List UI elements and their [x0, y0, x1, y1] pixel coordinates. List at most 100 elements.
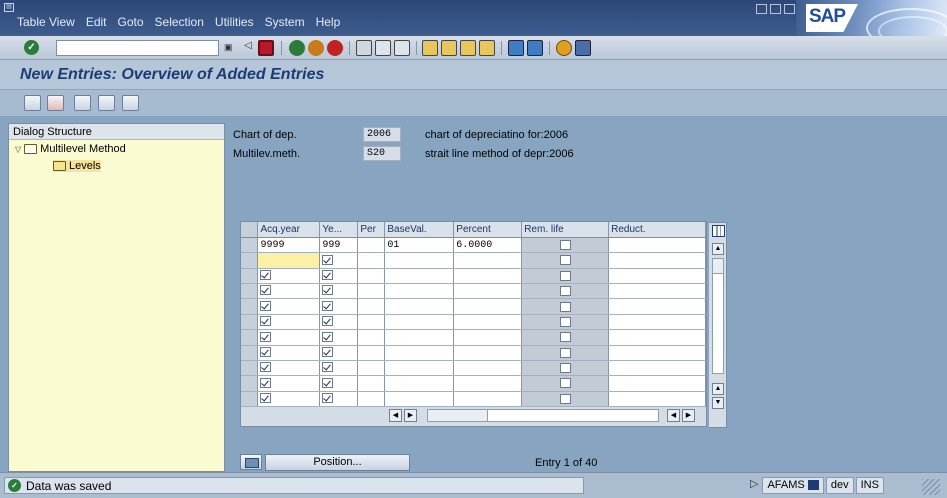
scroll-down-icon[interactable]: ▼	[712, 397, 724, 409]
vertical-scroll-track[interactable]	[712, 258, 724, 374]
year-check-icon[interactable]	[322, 393, 334, 404]
cell-per[interactable]	[357, 252, 386, 269]
acq-year-check-icon[interactable]	[260, 393, 272, 404]
cell-percent[interactable]	[453, 314, 523, 331]
cell-acq-year[interactable]	[257, 360, 321, 377]
year-check-icon[interactable]	[322, 270, 334, 281]
previous-page-icon[interactable]	[441, 40, 457, 56]
first-page-icon[interactable]	[422, 40, 438, 56]
cell-base-val[interactable]: 01	[384, 237, 455, 254]
col-base-val[interactable]: BaseVal.	[384, 222, 455, 238]
delete-icon[interactable]	[47, 95, 64, 111]
cell-year[interactable]	[319, 329, 359, 346]
tree-node-levels[interactable]: Levels	[53, 160, 101, 172]
cell-base-val[interactable]	[384, 360, 455, 377]
menu-table-view[interactable]: Table View	[17, 15, 75, 29]
scroll-far-left-icon[interactable]: ◀	[667, 409, 680, 422]
row-selector[interactable]	[241, 283, 259, 300]
acq-year-check-icon[interactable]	[260, 316, 272, 327]
cell-percent[interactable]	[453, 283, 523, 300]
cell-acq-year[interactable]	[257, 345, 321, 362]
cell-per[interactable]	[357, 345, 386, 362]
year-check-icon[interactable]	[322, 362, 334, 373]
cell-percent[interactable]	[453, 375, 523, 392]
scroll-page-up-icon[interactable]: ▲	[712, 383, 724, 395]
cell-reduct[interactable]	[608, 298, 706, 315]
row-selector[interactable]	[241, 391, 259, 408]
cell-year[interactable]	[319, 360, 359, 377]
cell-reduct[interactable]	[608, 360, 706, 377]
col-rem-life[interactable]: Rem. life	[521, 222, 610, 238]
row-selector[interactable]	[241, 314, 259, 331]
cell-reduct[interactable]	[608, 252, 706, 269]
cell-per[interactable]	[357, 329, 386, 346]
menu-goto[interactable]: Goto	[118, 15, 144, 29]
cell-base-val[interactable]	[384, 314, 455, 331]
cell-year[interactable]	[319, 345, 359, 362]
cell-percent[interactable]: 6.0000	[453, 237, 523, 254]
year-check-icon[interactable]	[322, 377, 334, 388]
system-menu-icon[interactable]: ▤	[4, 3, 14, 12]
acq-year-check-icon[interactable]	[260, 285, 272, 296]
cell-rem-life[interactable]	[521, 268, 610, 285]
position-icon[interactable]	[240, 454, 262, 470]
status-info-icon[interactable]	[807, 480, 819, 491]
cell-percent[interactable]	[453, 345, 523, 362]
row-selector[interactable]	[241, 345, 259, 362]
status-mode[interactable]: INS	[855, 477, 884, 494]
cell-rem-life[interactable]	[521, 360, 610, 377]
cell-acq-year[interactable]	[257, 252, 321, 269]
year-check-icon[interactable]	[322, 300, 334, 311]
find-icon[interactable]	[375, 40, 391, 56]
cell-rem-life[interactable]	[521, 375, 610, 392]
cell-per[interactable]	[357, 360, 386, 377]
scroll-left-icon[interactable]: ◀	[389, 409, 402, 422]
row-selector[interactable]	[241, 375, 259, 392]
expand-triangle-icon[interactable]: ▽	[15, 145, 21, 154]
row-selector[interactable]	[241, 237, 259, 254]
cell-reduct[interactable]	[608, 375, 706, 392]
next-page-icon[interactable]	[460, 40, 476, 56]
menu-selection[interactable]: Selection	[155, 15, 204, 29]
command-field[interactable]	[56, 40, 219, 56]
vertical-scroll-thumb[interactable]	[713, 259, 723, 274]
rem-life-checkbox[interactable]	[559, 332, 571, 343]
col-year[interactable]: Ye...	[319, 222, 359, 238]
position-button[interactable]: Position...	[265, 454, 410, 471]
back-icon[interactable]	[289, 40, 305, 56]
acq-year-check-icon[interactable]	[260, 377, 272, 388]
row-selector[interactable]	[241, 268, 259, 285]
cell-year[interactable]	[319, 268, 359, 285]
cell-rem-life[interactable]	[521, 298, 610, 315]
cell-percent[interactable]	[453, 329, 523, 346]
shortcut-icon[interactable]	[527, 40, 543, 56]
cell-base-val[interactable]	[384, 283, 455, 300]
col-reduct[interactable]: Reduct.	[608, 222, 706, 238]
cell-year[interactable]	[319, 283, 359, 300]
col-percent[interactable]: Percent	[453, 222, 523, 238]
row-selector[interactable]	[241, 298, 259, 315]
rem-life-checkbox[interactable]	[559, 378, 571, 389]
acq-year-check-icon[interactable]	[260, 270, 272, 281]
col-per[interactable]: Per	[357, 222, 386, 238]
year-check-icon[interactable]	[322, 331, 334, 342]
cell-base-val[interactable]	[384, 345, 455, 362]
last-page-icon[interactable]	[479, 40, 495, 56]
year-check-icon[interactable]	[322, 254, 334, 265]
cancel-icon[interactable]	[327, 40, 343, 56]
select-all-cell[interactable]	[241, 222, 259, 238]
cell-rem-life[interactable]	[521, 237, 610, 254]
cell-rem-life[interactable]	[521, 345, 610, 362]
tree-node-multilevel-method[interactable]: ▽ Multilevel Method	[15, 143, 126, 155]
cell-acq-year[interactable]	[257, 314, 321, 331]
select-block-icon[interactable]	[98, 95, 115, 111]
cell-percent[interactable]	[453, 360, 523, 377]
cell-per[interactable]	[357, 283, 386, 300]
cell-base-val[interactable]	[384, 252, 455, 269]
cell-rem-life[interactable]	[521, 391, 610, 408]
cell-reduct[interactable]	[608, 283, 706, 300]
cell-acq-year[interactable]	[257, 329, 321, 346]
menu-help[interactable]: Help	[316, 15, 341, 29]
new-session-icon[interactable]	[508, 40, 524, 56]
menu-utilities[interactable]: Utilities	[215, 15, 254, 29]
